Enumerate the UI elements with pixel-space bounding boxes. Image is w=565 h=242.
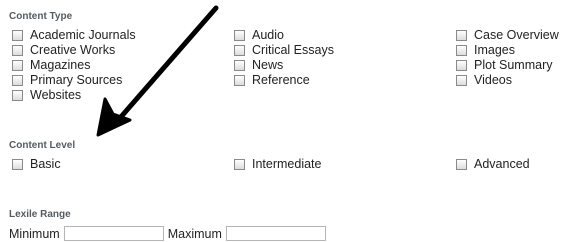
checkbox-box[interactable]	[12, 158, 23, 170]
checkbox-box[interactable]	[456, 74, 467, 86]
checkbox-box[interactable]	[234, 158, 245, 170]
checkbox-box[interactable]	[12, 74, 23, 86]
checkbox-label: Intermediate	[252, 157, 322, 171]
checkbox-images[interactable]: Images	[456, 43, 515, 57]
checkbox-label: Images	[474, 43, 515, 57]
checkbox-audio[interactable]: Audio	[234, 28, 284, 42]
checkbox-intermediate[interactable]: Intermediate	[234, 157, 321, 171]
checkbox-box[interactable]	[234, 44, 245, 56]
checkbox-basic[interactable]: Basic	[12, 157, 61, 171]
checkbox-videos[interactable]: Videos	[456, 73, 512, 87]
checkbox-plot-summary[interactable]: Plot Summary	[456, 58, 553, 72]
checkbox-critical-essays[interactable]: Critical Essays	[234, 43, 334, 57]
lexile-range-row: Minimum Maximum	[9, 225, 330, 242]
maximum-input[interactable]	[225, 226, 326, 241]
checkbox-magazines[interactable]: Magazines	[12, 58, 90, 72]
checkbox-primary-sources[interactable]: Primary Sources	[12, 73, 122, 87]
checkbox-box[interactable]	[12, 89, 23, 101]
checkbox-academic-journals[interactable]: Academic Journals	[12, 28, 136, 42]
minimum-label: Minimum	[9, 226, 60, 241]
content-type-heading: Content Type	[9, 11, 73, 22]
minimum-input[interactable]	[63, 226, 164, 241]
checkbox-label: Creative Works	[30, 43, 116, 57]
checkbox-creative-works[interactable]: Creative Works	[12, 43, 115, 57]
checkbox-box[interactable]	[234, 29, 245, 41]
checkbox-label: Academic Journals	[30, 28, 136, 42]
checkbox-label: Videos	[474, 73, 512, 87]
checkbox-box[interactable]	[456, 44, 467, 56]
checkbox-label: Websites	[30, 88, 82, 102]
checkbox-label: Advanced	[474, 157, 530, 171]
checkbox-reference[interactable]: Reference	[234, 73, 310, 87]
checkbox-box[interactable]	[456, 158, 467, 170]
checkbox-label: Basic	[30, 157, 61, 171]
checkbox-box[interactable]	[234, 74, 245, 86]
checkbox-box[interactable]	[12, 29, 23, 41]
maximum-label: Maximum	[167, 226, 222, 241]
checkbox-label: Plot Summary	[474, 58, 553, 72]
checkbox-label: Magazines	[30, 58, 91, 72]
checkbox-label: Reference	[252, 73, 310, 87]
checkbox-label: Primary Sources	[30, 73, 123, 87]
checkbox-label: News	[252, 58, 284, 72]
checkbox-label: Critical Essays	[252, 43, 334, 57]
checkbox-box[interactable]	[456, 59, 467, 71]
checkbox-advanced[interactable]: Advanced	[456, 157, 530, 171]
checkbox-label: Audio	[252, 28, 284, 42]
checkbox-box[interactable]	[456, 29, 467, 41]
checkbox-news[interactable]: News	[234, 58, 283, 72]
checkbox-box[interactable]	[234, 59, 245, 71]
checkbox-label: Case Overview	[474, 28, 559, 42]
lexile-range-heading: Lexile Range	[9, 209, 71, 220]
checkbox-box[interactable]	[12, 59, 23, 71]
checkbox-websites[interactable]: Websites	[12, 88, 81, 102]
checkbox-case-overview[interactable]: Case Overview	[456, 28, 559, 42]
checkbox-box[interactable]	[12, 44, 23, 56]
content-level-heading: Content Level	[9, 140, 76, 151]
